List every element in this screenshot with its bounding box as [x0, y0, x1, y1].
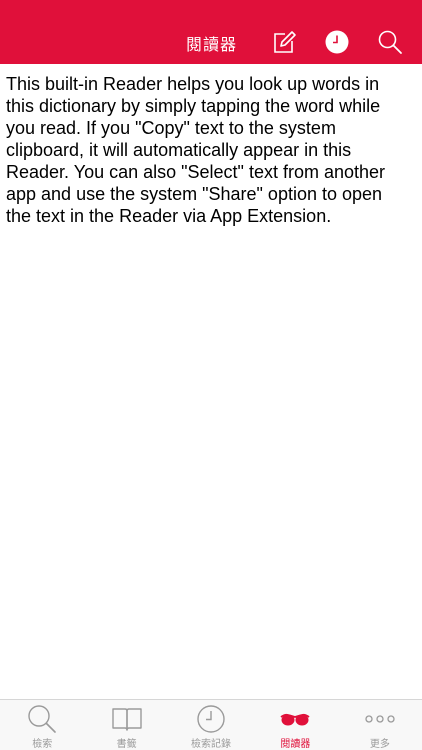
edit-button[interactable] — [270, 28, 298, 56]
tab-bookmarks[interactable]: 書籤 — [84, 700, 168, 750]
clock-icon — [325, 30, 349, 54]
tab-bar: 檢索 書籤 檢索記錄 閱讀器 更多 — [0, 699, 422, 750]
tab-reader[interactable]: 閱讀器 — [253, 700, 337, 750]
tab-more[interactable]: 更多 — [338, 700, 422, 750]
tab-label: 檢索 — [32, 739, 53, 750]
tab-label: 更多 — [369, 739, 390, 750]
reader-screen: 閱讀器 This built-in Reader helps you look … — [0, 0, 422, 750]
history-button[interactable] — [323, 28, 351, 56]
clock-icon — [196, 704, 226, 734]
tab-label: 檢索記錄 — [191, 739, 232, 750]
compose-icon — [274, 31, 296, 53]
tab-label: 閱讀器 — [280, 739, 311, 750]
tab-search[interactable]: 檢索 — [0, 700, 84, 750]
tab-label: 書籤 — [116, 739, 137, 750]
glasses-icon — [279, 704, 311, 734]
page-title: 閱讀器 — [186, 35, 238, 54]
navigation-bar: 閱讀器 — [0, 0, 422, 64]
reader-text[interactable]: This built-in Reader helps you look up w… — [6, 73, 410, 227]
book-icon — [111, 704, 143, 734]
search-button[interactable] — [376, 28, 404, 56]
more-dots-icon — [364, 704, 396, 734]
search-icon — [378, 30, 402, 54]
magnifier-icon — [26, 704, 58, 734]
tab-history[interactable]: 檢索記錄 — [169, 700, 253, 750]
